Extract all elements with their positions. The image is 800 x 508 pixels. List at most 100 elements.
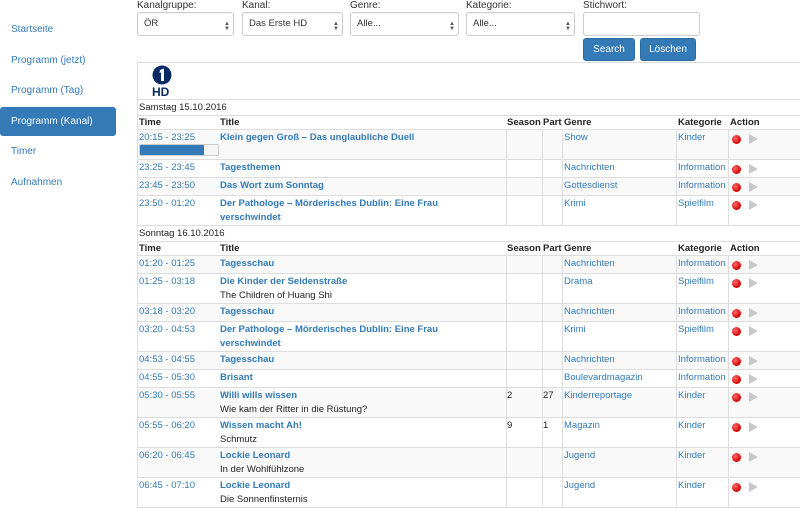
record-icon[interactable] <box>732 261 741 270</box>
genre-link[interactable]: Gottesdienst <box>564 180 617 191</box>
record-icon[interactable] <box>732 135 741 144</box>
record-icon[interactable] <box>732 357 741 366</box>
play-icon[interactable] <box>749 374 758 384</box>
title-link[interactable]: Brisant <box>220 372 253 383</box>
sidebar-item-timer[interactable]: Timer <box>0 137 116 166</box>
time-link[interactable]: 05:55 - 06:20 <box>139 420 195 431</box>
play-icon[interactable] <box>749 182 758 192</box>
title-link[interactable]: Lockie Leonard <box>220 450 290 461</box>
genre-link[interactable]: Nachrichten <box>564 306 615 317</box>
kategorie-cell: Spielfilm <box>678 323 714 337</box>
play-icon[interactable] <box>749 134 758 144</box>
time-link[interactable]: 20:15 - 23:25 <box>139 132 195 143</box>
search-button[interactable]: Search <box>583 38 635 61</box>
time-link[interactable]: 06:45 - 07:10 <box>139 480 195 491</box>
kategorie-link[interactable]: Information <box>678 372 726 383</box>
play-icon[interactable] <box>749 164 758 174</box>
play-icon[interactable] <box>749 308 758 318</box>
play-icon[interactable] <box>749 200 758 210</box>
play-icon[interactable] <box>749 326 758 336</box>
title-link[interactable]: Der Pathologe – Mörderisches Dublin: Ein… <box>220 324 438 349</box>
title-link[interactable]: Die Kinder der Seidenstraße <box>220 276 347 287</box>
time-link[interactable]: 04:53 - 04:55 <box>139 354 195 365</box>
time-link[interactable]: 03:20 - 04:53 <box>139 324 195 335</box>
time-link[interactable]: 23:50 - 01:20 <box>139 198 195 209</box>
genre-link[interactable]: Krimi <box>564 198 586 209</box>
genre-link[interactable]: Nachrichten <box>564 258 615 269</box>
genre-link[interactable]: Krimi <box>564 324 586 335</box>
record-icon[interactable] <box>732 423 741 432</box>
time-link[interactable]: 23:25 - 23:45 <box>139 162 195 173</box>
record-icon[interactable] <box>732 165 741 174</box>
title-link[interactable]: Lockie Leonard <box>220 480 290 491</box>
title-link[interactable]: Das Wort zum Sonntag <box>220 180 324 191</box>
kategorie-link[interactable]: Kinder <box>678 480 705 491</box>
record-icon[interactable] <box>732 279 741 288</box>
title-link[interactable]: Wissen macht Ah! <box>220 420 302 431</box>
channel-logo-row: HD <box>138 63 800 100</box>
record-icon[interactable] <box>732 309 741 318</box>
genre-link[interactable]: Jugend <box>564 480 595 491</box>
time-link[interactable]: 01:25 - 03:18 <box>139 276 195 287</box>
play-icon[interactable] <box>749 422 758 432</box>
title-link[interactable]: Der Pathologe – Mörderisches Dublin: Ein… <box>220 198 438 223</box>
genre-link[interactable]: Drama <box>564 276 593 287</box>
time-link[interactable]: 03:18 - 03:20 <box>139 306 195 317</box>
kategorie-link[interactable]: Kinder <box>678 450 705 461</box>
record-icon[interactable] <box>732 453 741 462</box>
genre-select[interactable]: Alle... ▲ ▼ <box>350 12 459 36</box>
kanalgruppe-select[interactable]: ÖR ▲ ▼ <box>137 12 234 36</box>
time-link[interactable]: 06:20 - 06:45 <box>139 450 195 461</box>
record-icon[interactable] <box>732 327 741 336</box>
play-icon[interactable] <box>749 482 758 492</box>
play-icon[interactable] <box>749 278 758 288</box>
title-link[interactable]: Tagesschau <box>220 354 274 365</box>
play-icon[interactable] <box>749 260 758 270</box>
kategorie-link[interactable]: Spielfilm <box>678 276 714 287</box>
genre-link[interactable]: Boulevardmagazin <box>564 372 643 383</box>
genre-link[interactable]: Jugend <box>564 450 595 461</box>
genre-link[interactable]: Magazin <box>564 420 600 431</box>
kanal-select[interactable]: Das Erste HD ▲ ▼ <box>242 12 343 36</box>
title-link[interactable]: Klein gegen Groß – Das unglaubliche Duel… <box>220 132 414 143</box>
kategorie-link[interactable]: Information <box>678 306 726 317</box>
genre-link[interactable]: Kinderreportage <box>564 390 632 401</box>
sidebar-item-programm-jetzt[interactable]: Programm (jetzt) <box>0 46 116 75</box>
play-icon[interactable] <box>749 392 758 402</box>
time-link[interactable]: 05:30 - 05:55 <box>139 390 195 401</box>
kategorie-link[interactable]: Kinder <box>678 420 705 431</box>
kategorie-link[interactable]: Kinder <box>678 132 705 143</box>
kategorie-link[interactable]: Information <box>678 162 726 173</box>
kategorie-link[interactable]: Information <box>678 258 726 269</box>
kategorie-link[interactable]: Spielfilm <box>678 198 714 209</box>
time-link[interactable]: 23:45 - 23:50 <box>139 180 195 191</box>
genre-link[interactable]: Show <box>564 132 588 143</box>
stichwort-input[interactable] <box>583 12 700 36</box>
title-link[interactable]: Tagesthemen <box>220 162 281 173</box>
time-link[interactable]: 01:20 - 01:25 <box>139 258 195 269</box>
title-link[interactable]: Tagesschau <box>220 258 274 269</box>
record-icon[interactable] <box>732 183 741 192</box>
record-icon[interactable] <box>732 201 741 210</box>
kategorie-link[interactable]: Spielfilm <box>678 324 714 335</box>
kategorie-link[interactable]: Information <box>678 354 726 365</box>
sidebar-item-aufnahmen[interactable]: Aufnahmen <box>0 168 116 197</box>
record-icon[interactable] <box>732 375 741 384</box>
record-icon[interactable] <box>732 483 741 492</box>
title-link[interactable]: Tagesschau <box>220 306 274 317</box>
clear-button[interactable]: Löschen <box>640 38 696 61</box>
kategorie-link[interactable]: Information <box>678 180 726 191</box>
kategorie-select[interactable]: Alle... ▲ ▼ <box>466 12 575 36</box>
record-icon[interactable] <box>732 393 741 402</box>
play-icon[interactable] <box>749 356 758 366</box>
sidebar-item-startseite[interactable]: Startseite <box>0 15 116 44</box>
genre-link[interactable]: Nachrichten <box>564 354 615 365</box>
play-icon[interactable] <box>749 452 758 462</box>
sidebar-item-programm-tag[interactable]: Programm (Tag) <box>0 76 116 105</box>
time-link[interactable]: 04:55 - 05:30 <box>139 372 195 383</box>
kategorie-link[interactable]: Kinder <box>678 390 705 401</box>
sidebar-item-programm-kanal[interactable]: Programm (Kanal) <box>0 106 116 136</box>
time-cell: 06:45 - 07:10 <box>139 479 195 493</box>
genre-link[interactable]: Nachrichten <box>564 162 615 173</box>
title-link[interactable]: Willi wills wissen <box>220 390 297 401</box>
